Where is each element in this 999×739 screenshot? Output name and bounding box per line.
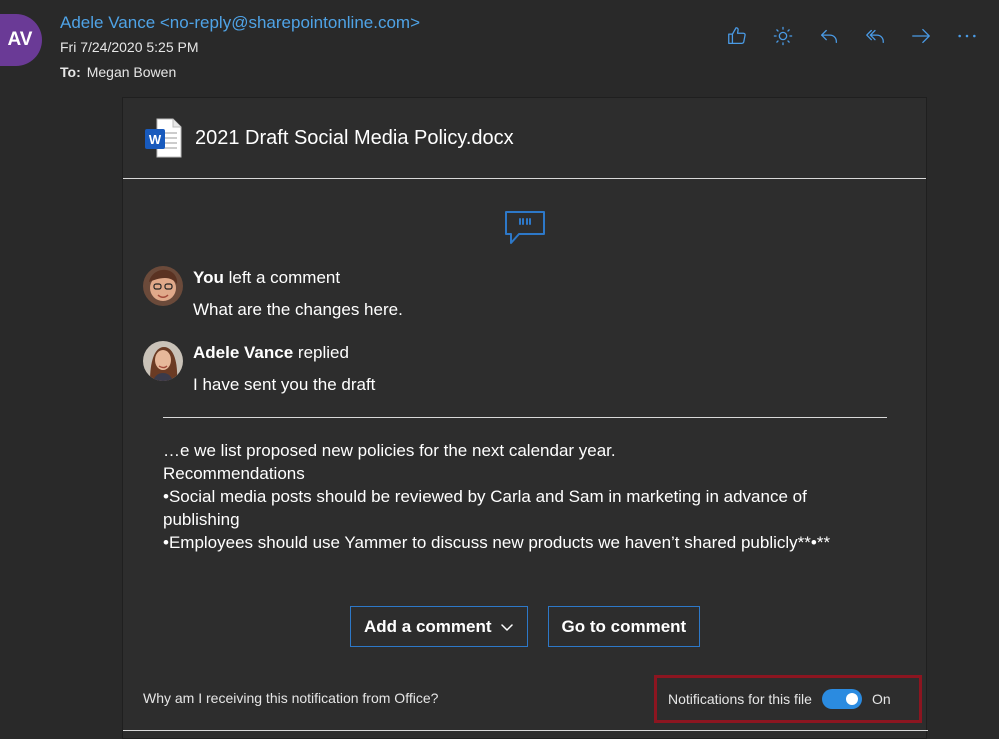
comment-entry: Adele Vance replied I have sent you the … bbox=[143, 341, 903, 416]
notification-toggle[interactable] bbox=[821, 689, 862, 709]
comment-text: I have sent you the draft bbox=[193, 375, 376, 394]
sent-date: Fri 7/24/2020 5:25 PM bbox=[60, 39, 199, 55]
message-toolbar bbox=[723, 22, 981, 50]
excerpt-line: …e we list proposed new policies for the… bbox=[163, 441, 616, 460]
excerpt-line: Recommendations bbox=[163, 464, 305, 483]
go-to-comment-button[interactable]: Go to comment bbox=[547, 606, 701, 647]
document-header[interactable]: W 2021 Draft Social Media Policy.docx bbox=[123, 98, 926, 179]
avatar bbox=[143, 266, 183, 306]
notification-card: W 2021 Draft Social Media Policy.docx Yo… bbox=[122, 97, 928, 739]
svg-text:W: W bbox=[149, 132, 162, 147]
like-icon bbox=[728, 27, 746, 44]
recipient-name[interactable]: Megan Bowen bbox=[87, 64, 177, 80]
reply-all-icon bbox=[866, 29, 884, 44]
comment-author: You bbox=[193, 268, 224, 287]
comment-entry: You left a comment What are the changes … bbox=[143, 266, 903, 341]
sender-name[interactable]: Adele Vance <no-reply@sharepointonline.c… bbox=[60, 13, 420, 33]
reply-button[interactable] bbox=[815, 22, 843, 50]
chevron-down-icon bbox=[500, 623, 513, 631]
notification-label: Notifications for this file bbox=[668, 691, 812, 707]
notification-reason-link[interactable]: Why am I receiving this notification fro… bbox=[143, 690, 438, 706]
forward-button[interactable] bbox=[907, 22, 935, 50]
toggle-knob bbox=[845, 693, 858, 705]
more-icon bbox=[958, 34, 976, 38]
toggle-state: On bbox=[871, 691, 891, 707]
like-button[interactable] bbox=[723, 22, 751, 50]
comment-text: What are the changes here. bbox=[193, 300, 403, 319]
word-doc-icon: W bbox=[145, 118, 182, 158]
comment-author-line: Adele Vance replied bbox=[193, 341, 903, 365]
more-actions-button[interactable] bbox=[953, 22, 981, 50]
comment-author: Adele Vance bbox=[193, 343, 294, 362]
document-title[interactable]: 2021 Draft Social Media Policy.docx bbox=[195, 127, 514, 150]
notification-settings: Notifications for this file On bbox=[654, 675, 922, 723]
comment-action: replied bbox=[297, 343, 349, 362]
to-label: To: bbox=[60, 64, 81, 80]
reply-all-button[interactable] bbox=[861, 22, 889, 50]
comment-author-line: You left a comment bbox=[193, 266, 903, 290]
add-comment-button[interactable]: Add a comment bbox=[350, 606, 528, 647]
card-actions: Add a comment Go to comment bbox=[350, 606, 701, 647]
avatar bbox=[143, 341, 183, 381]
excerpt-line: •Social media posts should be reviewed b… bbox=[163, 487, 807, 529]
sun-icon bbox=[773, 26, 793, 46]
immersive-reader-button[interactable] bbox=[769, 22, 797, 50]
email-reading-pane: AV Adele Vance <no-reply@sharepointonlin… bbox=[0, 0, 999, 739]
forward-icon bbox=[912, 28, 930, 44]
add-comment-label: Add a comment bbox=[364, 616, 492, 636]
divider bbox=[123, 730, 928, 731]
comment-action: left a comment bbox=[228, 268, 341, 287]
document-excerpt: …e we list proposed new policies for the… bbox=[163, 439, 853, 554]
avatar[interactable]: AV bbox=[0, 14, 42, 66]
divider bbox=[163, 417, 887, 418]
comment-thread: You left a comment What are the changes … bbox=[143, 266, 903, 416]
reply-icon bbox=[821, 29, 837, 44]
recipient-line: To: Megan Bowen bbox=[60, 64, 176, 80]
excerpt-line: •Employees should use Yammer to discuss … bbox=[163, 533, 831, 552]
comment-icon bbox=[505, 211, 545, 244]
